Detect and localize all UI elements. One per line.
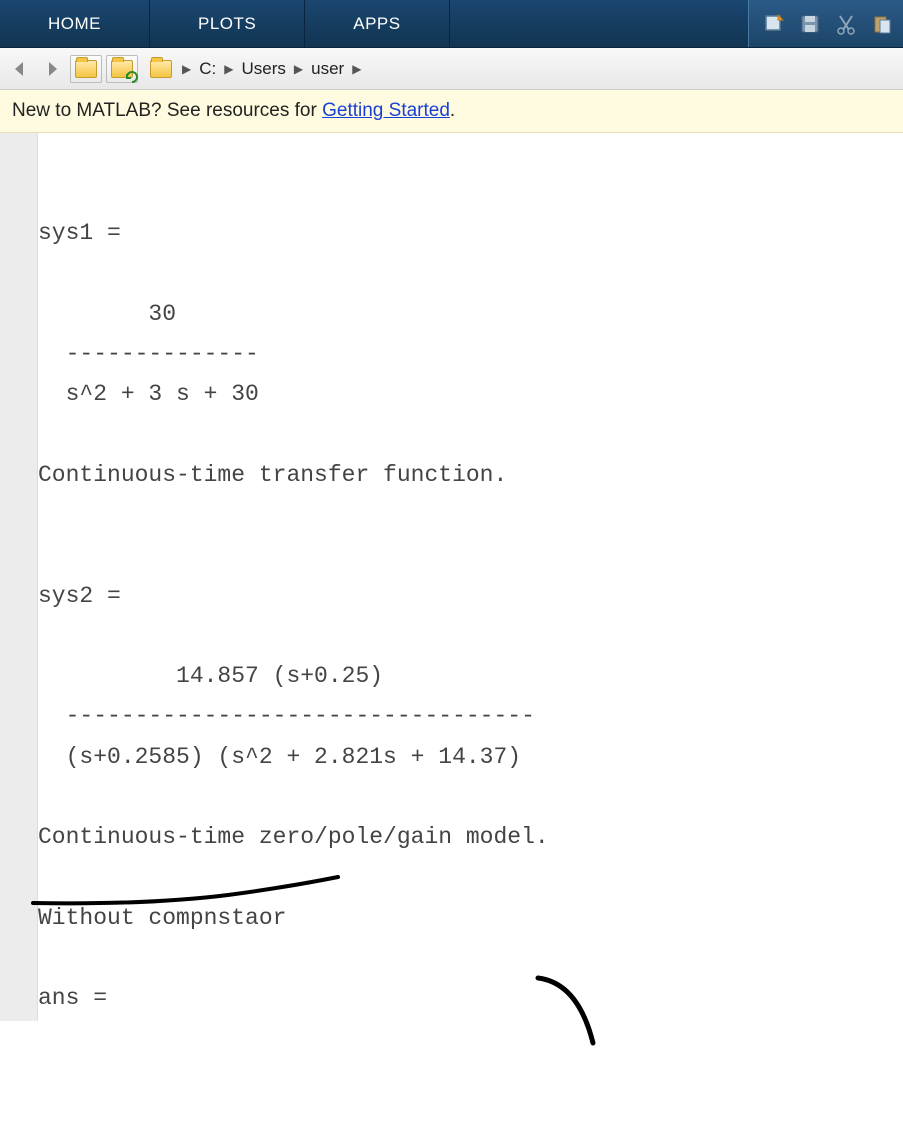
getting-started-link[interactable]: Getting Started bbox=[322, 100, 450, 121]
browse-folder-button[interactable] bbox=[106, 55, 138, 83]
hand-drawn-curve bbox=[518, 973, 638, 1053]
breadcrumb-user[interactable]: user bbox=[307, 57, 348, 81]
sys1-label: sys1 = bbox=[38, 220, 121, 246]
breadcrumb-users[interactable]: Users bbox=[237, 57, 289, 81]
sys2-description: Continuous-time zero/pole/gain model. bbox=[38, 824, 549, 850]
breadcrumb-drive[interactable]: C: bbox=[195, 57, 220, 81]
toolstrip: HOME PLOTS APPS bbox=[0, 0, 903, 48]
banner-suffix: . bbox=[450, 100, 455, 121]
back-arrow-icon[interactable] bbox=[6, 55, 34, 83]
chevron-right-icon: ▶ bbox=[180, 62, 193, 76]
sys1-numerator: 30 bbox=[38, 301, 176, 327]
sys1-divider: -------------- bbox=[38, 341, 259, 367]
sys2-divider: ---------------------------------- bbox=[38, 703, 535, 729]
forward-arrow-icon[interactable] bbox=[38, 55, 66, 83]
chevron-right-icon: ▶ bbox=[222, 62, 235, 76]
cut-icon[interactable] bbox=[829, 7, 863, 41]
command-window-output[interactable]: sys1 = 30 -------------- s^2 + 3 s + 30 … bbox=[38, 133, 903, 1021]
address-bar: ▶ C: ▶ Users ▶ user ▶ bbox=[0, 48, 903, 90]
banner-prefix: New to MATLAB? See resources for bbox=[12, 100, 322, 121]
breadcrumb: ▶ C: ▶ Users ▶ user ▶ bbox=[150, 57, 363, 81]
ans-label: ans = bbox=[38, 985, 107, 1011]
sys2-numerator: 14.857 (s+0.25) bbox=[38, 663, 383, 689]
folder-up-icon bbox=[75, 60, 97, 78]
paste-icon[interactable] bbox=[865, 7, 899, 41]
tab-apps[interactable]: APPS bbox=[305, 0, 449, 47]
tab-plots[interactable]: PLOTS bbox=[150, 0, 305, 47]
command-window: sys1 = 30 -------------- s^2 + 3 s + 30 … bbox=[0, 133, 903, 1021]
quick-access-toolbar bbox=[748, 0, 903, 47]
command-window-gutter bbox=[0, 133, 38, 1021]
chevron-right-icon: ▶ bbox=[292, 62, 305, 76]
import-icon[interactable] bbox=[757, 7, 791, 41]
sys2-denominator: (s+0.2585) (s^2 + 2.821s + 14.37) bbox=[38, 744, 521, 770]
save-icon[interactable] bbox=[793, 7, 827, 41]
up-folder-button[interactable] bbox=[70, 55, 102, 83]
tab-home[interactable]: HOME bbox=[0, 0, 150, 47]
folder-icon bbox=[150, 60, 172, 78]
sys1-description: Continuous-time transfer function. bbox=[38, 462, 507, 488]
sys2-label: sys2 = bbox=[38, 583, 121, 609]
getting-started-banner: New to MATLAB? See resources for Getting… bbox=[0, 90, 903, 133]
without-compensator-text: Without compnstaor bbox=[38, 905, 286, 931]
sys1-denominator: s^2 + 3 s + 30 bbox=[38, 381, 259, 407]
chevron-right-icon: ▶ bbox=[350, 62, 363, 76]
